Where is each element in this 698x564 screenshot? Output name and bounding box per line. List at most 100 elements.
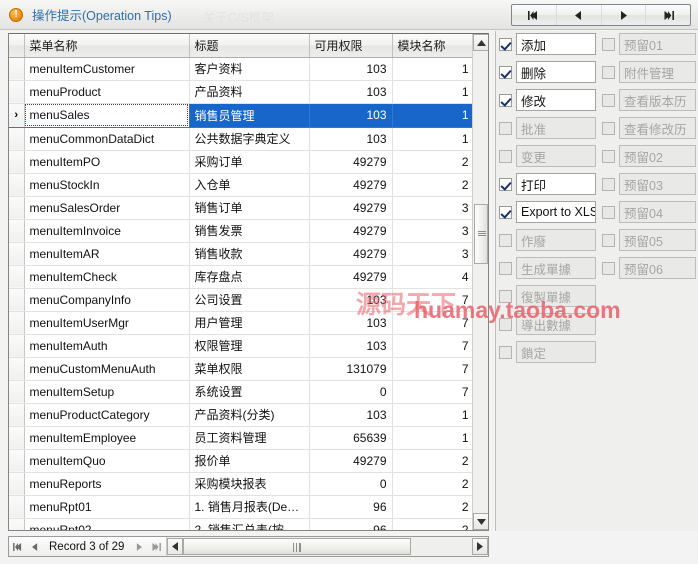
permission-row[interactable]: 删除 <box>499 59 596 85</box>
scroll-left-button[interactable] <box>167 538 184 555</box>
cell-module-name[interactable]: 2 <box>392 518 475 530</box>
row-indicator-cell[interactable] <box>9 288 25 312</box>
permission-row[interactable]: 预留05 <box>602 227 696 253</box>
table-row[interactable]: menuReports采购模块报表02Iter <box>9 472 488 496</box>
cell-available-auth[interactable]: 0 <box>309 380 393 404</box>
cell-menu-name[interactable]: menuSalesOrder <box>24 196 190 220</box>
status-next-record-button[interactable] <box>130 537 147 556</box>
cell-menu-name[interactable]: menuStockIn <box>24 173 190 197</box>
table-row[interactable]: menuSalesOrder销售订单492793Dat <box>9 196 488 220</box>
row-indicator-cell[interactable] <box>9 357 25 381</box>
cell-title[interactable]: 采购订单 <box>189 150 310 174</box>
scroll-down-button[interactable] <box>473 513 488 530</box>
row-indicator-cell[interactable] <box>9 495 25 519</box>
permission-row[interactable]: 预留02 <box>602 143 696 169</box>
status-first-record-button[interactable] <box>9 537 26 556</box>
cell-module-name[interactable]: 2 <box>392 150 475 174</box>
cell-module-name[interactable]: 4 <box>392 265 475 289</box>
cell-module-name[interactable]: 1 <box>392 103 475 128</box>
cell-title[interactable]: 2. 销售汇总表(按… <box>189 518 310 530</box>
cell-menu-name[interactable]: menuItemSetup <box>24 380 190 404</box>
horizontal-scroll-track[interactable] <box>183 538 472 555</box>
row-indicator-cell[interactable] <box>9 334 25 358</box>
table-row[interactable]: menuItemPO采购订单492792Dat <box>9 150 488 174</box>
column-header-module-name[interactable]: 模块名称 <box>392 34 475 58</box>
table-row[interactable]: menuCustomMenuAuth菜单权限1310797Dat <box>9 357 488 381</box>
permission-label-field[interactable]: 删除 <box>516 61 596 83</box>
cell-module-name[interactable]: 7 <box>392 380 475 404</box>
permission-checkbox[interactable] <box>499 93 512 107</box>
cell-module-name[interactable]: 3 <box>392 196 475 220</box>
column-header-title[interactable]: 标题 <box>189 34 310 58</box>
cell-menu-name[interactable]: menuProductCategory <box>24 403 190 427</box>
cell-available-auth[interactable]: 103 <box>309 57 393 81</box>
cell-module-name[interactable]: 7 <box>392 334 475 358</box>
cell-menu-name[interactable]: menuItemAuth <box>24 334 190 358</box>
cell-title[interactable]: 产品资料(分类) <box>189 403 310 427</box>
table-row[interactable]: menuProductCategory产品资料(分类)1031Dat <box>9 403 488 427</box>
row-indicator-cell[interactable] <box>9 311 25 335</box>
row-indicator-cell[interactable]: › <box>9 103 25 128</box>
status-last-record-button[interactable] <box>147 537 164 556</box>
cell-available-auth[interactable]: 0 <box>309 472 393 496</box>
permission-checkbox[interactable] <box>499 37 512 51</box>
cell-menu-name[interactable]: menuRpt02 <box>24 518 190 530</box>
cell-menu-name[interactable]: menuCommonDataDict <box>24 127 190 151</box>
cell-menu-name[interactable]: menuItemCustomer <box>24 57 190 81</box>
prev-record-button[interactable] <box>557 5 602 25</box>
row-indicator-cell[interactable] <box>9 196 25 220</box>
cell-title[interactable]: 客户资料 <box>189 57 310 81</box>
row-indicator-cell[interactable] <box>9 265 25 289</box>
permission-row[interactable]: 预留04 <box>602 199 696 225</box>
table-row[interactable]: menuItemAR销售收款492793Dat <box>9 242 488 266</box>
table-row[interactable]: menuRpt011. 销售月报表(De…962Rep <box>9 495 488 519</box>
cell-available-auth[interactable]: 49279 <box>309 265 393 289</box>
cell-menu-name[interactable]: menuItemCheck <box>24 265 190 289</box>
table-row[interactable]: menuItemCheck库存盘点492794Dat <box>9 265 488 289</box>
permission-row[interactable]: 添加 <box>499 31 596 57</box>
row-indicator-cell[interactable] <box>9 426 25 450</box>
cell-module-name[interactable]: 7 <box>392 311 475 335</box>
cell-title[interactable]: 销售发票 <box>189 219 310 243</box>
row-indicator-cell[interactable] <box>9 173 25 197</box>
cell-menu-name[interactable]: menuItemQuo <box>24 449 190 473</box>
next-record-button[interactable] <box>602 5 647 25</box>
row-indicator-cell[interactable] <box>9 449 25 473</box>
permission-checkbox[interactable] <box>499 65 512 79</box>
table-row[interactable]: menuItemEmployee员工资料管理656391Dat <box>9 426 488 450</box>
permission-row[interactable]: 修改 <box>499 87 596 113</box>
permission-row[interactable]: 生成單據 <box>499 255 596 281</box>
cell-available-auth[interactable]: 103 <box>309 103 393 128</box>
cell-title[interactable]: 系统设置 <box>189 380 310 404</box>
cell-title[interactable]: 销售订单 <box>189 196 310 220</box>
row-indicator-cell[interactable] <box>9 242 25 266</box>
cell-available-auth[interactable]: 49279 <box>309 449 393 473</box>
cell-module-name[interactable]: 2 <box>392 495 475 519</box>
permission-row[interactable]: 预留01 <box>602 31 696 57</box>
cell-module-name[interactable]: 1 <box>392 57 475 81</box>
permission-label-field[interactable]: 打印 <box>516 173 596 195</box>
grid-vertical-scrollbar[interactable] <box>472 34 488 530</box>
row-indicator-cell[interactable] <box>9 150 25 174</box>
row-indicator-cell[interactable] <box>9 403 25 427</box>
cell-menu-name[interactable]: menuCompanyInfo <box>24 288 190 312</box>
cell-title[interactable]: 采购模块报表 <box>189 472 310 496</box>
cell-title[interactable]: 公共数据字典定义 <box>189 127 310 151</box>
scroll-up-button[interactable] <box>473 34 488 51</box>
row-indicator-cell[interactable] <box>9 219 25 243</box>
cell-title[interactable]: 用户管理 <box>189 311 310 335</box>
permission-checkbox[interactable] <box>499 205 512 219</box>
permission-row[interactable]: 復製單據 <box>499 283 596 309</box>
cell-title[interactable]: 入仓单 <box>189 173 310 197</box>
cell-module-name[interactable]: 2 <box>392 472 475 496</box>
row-indicator-cell[interactable] <box>9 80 25 104</box>
cell-module-name[interactable]: 1 <box>392 127 475 151</box>
horizontal-scroll-thumb[interactable] <box>183 538 412 555</box>
table-row[interactable]: ›menuSales销售员管理1031Dat <box>9 103 488 128</box>
permission-row[interactable]: Export to XLS <box>499 199 596 225</box>
cell-title[interactable]: 产品资料 <box>189 80 310 104</box>
grid-horizontal-scrollbar[interactable] <box>166 537 488 556</box>
row-indicator-cell[interactable] <box>9 127 25 151</box>
permission-row[interactable]: 变更 <box>499 143 596 169</box>
permission-row[interactable]: 導出數據 <box>499 311 596 337</box>
